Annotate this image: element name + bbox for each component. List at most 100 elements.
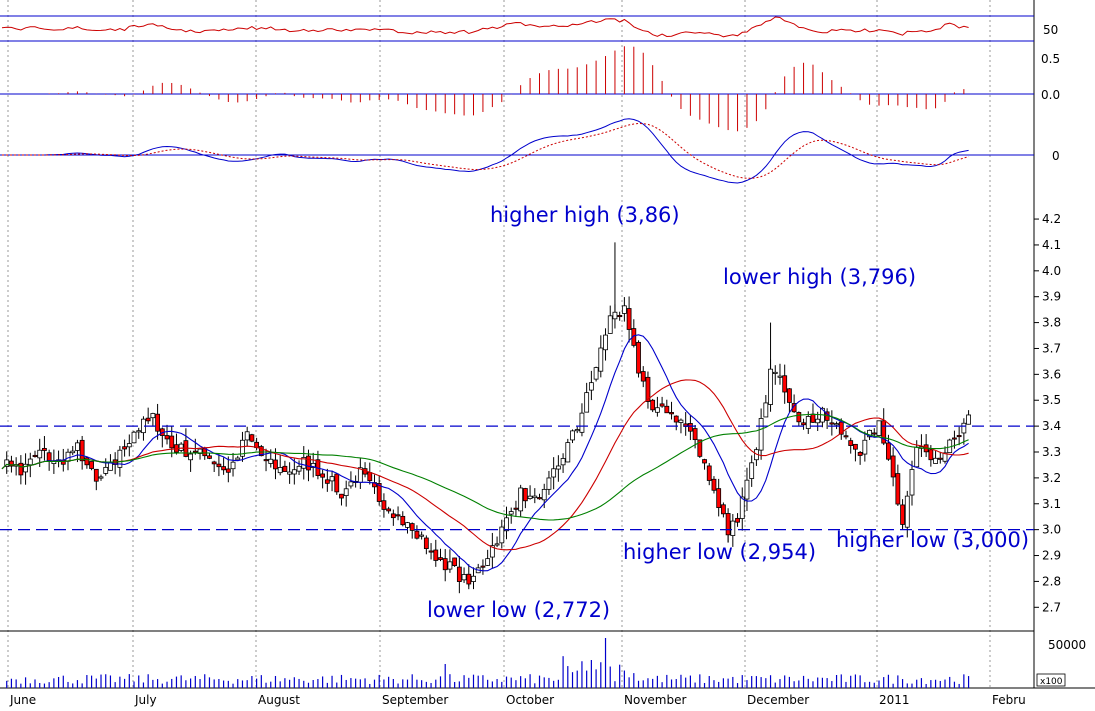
price-tick-label: 3.4 <box>1042 419 1061 433</box>
candle-body <box>763 402 769 418</box>
volume-panel: 50000 x100 <box>6 638 1086 688</box>
candle-body <box>801 422 806 426</box>
candle-body <box>692 428 698 441</box>
candle-body <box>442 558 448 571</box>
candle-body <box>395 514 401 517</box>
candle-body <box>400 515 406 526</box>
candle-body <box>900 504 905 525</box>
candle-body <box>711 478 717 491</box>
price-tick-label: 3.2 <box>1042 471 1061 485</box>
candle-body <box>810 413 816 423</box>
candle-body <box>650 399 656 411</box>
candle-body <box>461 574 467 581</box>
candle-body <box>956 435 962 438</box>
candle-body <box>42 447 47 451</box>
candle-body <box>725 513 731 536</box>
candle-body <box>291 469 297 475</box>
annotation-label: higher low (3,000) <box>836 528 1029 552</box>
candle-body <box>438 557 443 560</box>
price-tick-label: 3.1 <box>1042 497 1061 511</box>
candle-body <box>306 455 311 471</box>
candle-body <box>169 435 175 449</box>
candle-body <box>777 375 783 378</box>
candle-body <box>164 435 170 440</box>
candle-body <box>136 430 142 433</box>
candle-body <box>669 412 674 415</box>
candle-body <box>702 459 707 464</box>
candle-body <box>277 467 283 474</box>
candle-body <box>565 442 571 463</box>
candle-body <box>933 457 938 464</box>
candle-body <box>551 468 557 478</box>
candle-body <box>518 487 524 512</box>
price-tick-label: 2.9 <box>1042 549 1061 563</box>
candle-body <box>428 550 434 553</box>
candle-body <box>268 458 274 464</box>
candle-body <box>593 367 599 380</box>
candle-body <box>829 422 835 425</box>
candle-body <box>480 565 486 568</box>
price-tick-label: 2.7 <box>1042 600 1061 614</box>
volume-multiplier-label: x100 <box>1040 677 1063 687</box>
candle-body <box>598 347 604 372</box>
price-tick-label: 2.8 <box>1042 574 1061 588</box>
candle-body <box>659 403 665 407</box>
price-tick-label: 3.7 <box>1042 341 1061 355</box>
candle-body <box>122 446 127 450</box>
candle-body <box>348 481 354 487</box>
candle-body <box>730 520 736 536</box>
moving-average-fast <box>1 334 969 572</box>
month-gridlines <box>7 0 991 688</box>
candle-body <box>263 459 269 462</box>
moving-average-mid <box>1 379 969 551</box>
candle-body <box>282 465 288 472</box>
candle-body <box>79 439 85 462</box>
candle-body <box>65 451 71 462</box>
macd-panel: 0 <box>0 118 1060 184</box>
candle-body <box>324 479 330 484</box>
candle-body <box>471 575 476 582</box>
candle-body <box>961 422 967 434</box>
candle-body <box>221 466 227 471</box>
candle-body <box>145 417 151 422</box>
candle-body <box>466 573 472 585</box>
candle-body <box>207 455 212 459</box>
candle-body <box>687 423 693 432</box>
price-tick-label: 3.5 <box>1042 393 1061 407</box>
candle-body <box>296 465 302 472</box>
annotation-label: lower high (3,796) <box>723 265 916 289</box>
candle-body <box>131 431 137 444</box>
candle-body <box>796 412 802 423</box>
right-axis: 2.7 2.8 2.9 3.0 3.1 3.2 3.3 3.4 3.5 3.6 3.7 3.8 3.9 4… <box>1034 212 1061 614</box>
candle-body <box>508 511 514 515</box>
candle-body <box>952 437 957 440</box>
histogram-tick-label: 0.0 <box>1041 88 1060 102</box>
candle-body <box>37 449 43 459</box>
volume-tick-label: 50000 <box>1048 638 1086 652</box>
month-label: Febru <box>992 693 1026 707</box>
price-tick-label: 4.2 <box>1042 212 1061 226</box>
candle-body <box>584 392 590 413</box>
rsi-tick-label: 50 <box>1043 23 1058 37</box>
annotation-label: higher low (2,954) <box>623 540 816 564</box>
candle-body <box>235 457 241 461</box>
month-label: October <box>506 693 554 707</box>
candle-body <box>654 407 660 413</box>
candle-body <box>287 471 293 475</box>
candle-body <box>103 466 109 474</box>
candle-body <box>216 463 222 468</box>
candle-body <box>273 459 278 470</box>
rsi-line <box>1 16 969 38</box>
candle-body <box>46 452 52 461</box>
candle-body <box>555 465 561 470</box>
histogram-tick-label: 0.5 <box>1041 52 1060 66</box>
candle-body <box>876 420 882 436</box>
candle-body <box>178 443 184 451</box>
candle-body <box>84 457 90 466</box>
candle-body <box>782 375 788 393</box>
candle-body <box>334 473 340 493</box>
candle-body <box>89 461 94 469</box>
candle-body <box>532 495 538 499</box>
month-label: August <box>258 693 300 707</box>
candle-body <box>546 477 552 490</box>
